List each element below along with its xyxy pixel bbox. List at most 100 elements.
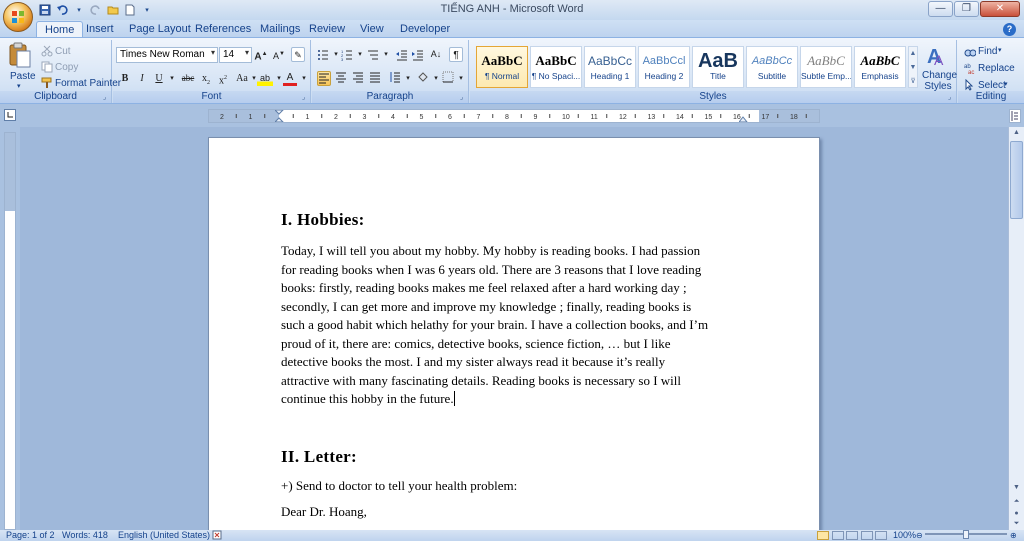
print-layout-view-icon[interactable] [817,531,829,541]
style-normal[interactable]: AaBbC ¶ Normal [476,46,528,88]
paragraph-salutation[interactable]: Dear Dr. Hoang, [281,503,751,522]
paste-dropdown-icon[interactable]: ▾ [17,82,21,90]
style-subtitle[interactable]: AaBbCc Subtitle [746,46,798,88]
style-subtle-emphasis[interactable]: AaBbC Subtle Emp... [800,46,852,88]
page-count[interactable]: Page: 1 of 2 [6,530,55,541]
paragraph-send-to-doctor[interactable]: +) Send to doctor to tell your health pr… [281,477,751,496]
italic-icon[interactable]: I [135,71,149,86]
paste-icon[interactable] [8,42,32,68]
numbering-dropdown-icon[interactable]: ▾ [353,47,367,62]
font-launcher-icon[interactable]: ⌟ [299,93,308,102]
restore-button[interactable]: ❐ [954,1,979,17]
underline-icon[interactable]: U [152,71,166,86]
close-button[interactable]: ✕ [980,1,1020,17]
find-dropdown-icon[interactable]: ▾ [998,46,1002,54]
sort-icon[interactable]: A↓ [429,47,443,62]
underline-dropdown-icon[interactable]: ▾ [165,71,179,86]
office-button[interactable] [3,2,33,32]
tab-mailings[interactable]: Mailings [252,21,308,38]
style-heading-2[interactable]: AaBbCcl Heading 2 [638,46,690,88]
scroll-thumb[interactable] [1010,141,1023,219]
font-color-dropdown-icon[interactable]: ▾ [297,71,311,86]
draft-view-icon[interactable] [875,531,888,541]
indent-marker-icon[interactable] [275,110,284,122]
select-dropdown-icon[interactable]: ▾ [1004,80,1008,88]
align-center-icon[interactable] [334,71,348,86]
find-button[interactable]: Find [978,46,997,57]
proofing-icon[interactable] [212,530,223,541]
bold-icon[interactable]: B [118,71,132,86]
increase-indent-icon[interactable] [412,49,424,61]
clipboard-launcher-icon[interactable]: ⌟ [100,93,109,102]
heading-letter[interactable]: II. Letter: [281,447,751,467]
cut-button[interactable]: Cut [55,46,71,57]
paste-label[interactable]: Paste [10,71,36,82]
numbering-icon[interactable]: 123 [341,49,353,61]
full-screen-reading-view-icon[interactable] [831,531,844,541]
zoom-out-icon[interactable]: ⊖ [916,530,923,541]
paragraph-launcher-icon[interactable]: ⌟ [457,93,466,102]
document-content[interactable]: I. Hobbies: Today, I will tell you about… [281,210,751,522]
borders-icon[interactable] [441,71,455,86]
vertical-scrollbar[interactable]: ▲ ▼ ⏶ ● ⏷ [1008,127,1024,530]
vertical-ruler[interactable] [4,132,16,530]
format-painter-button[interactable]: Format Painter [55,78,121,89]
change-styles-label[interactable]: Change Styles [922,70,957,92]
style-no-spacing[interactable]: AaBbC ¶ No Spaci... [530,46,582,88]
paragraph-hobbies[interactable]: Today, I will tell you about my hobby. M… [281,242,751,409]
right-indent-marker-icon[interactable] [739,114,748,122]
scroll-up-icon[interactable]: ▲ [1010,127,1023,139]
tab-selector[interactable] [4,109,16,121]
web-layout-view-icon[interactable] [846,531,859,541]
multilevel-list-icon[interactable] [367,49,379,61]
copy-button[interactable]: Copy [55,62,78,73]
shading-icon[interactable] [416,71,430,86]
subscript-icon[interactable]: x2 [199,71,213,86]
tab-review[interactable]: Review [301,21,353,38]
next-page-icon[interactable]: ⏷ [1010,518,1023,530]
line-spacing-icon[interactable] [388,71,402,86]
justify-icon[interactable] [368,71,382,86]
tab-references[interactable]: References [187,21,259,38]
borders-dropdown-icon[interactable]: ▾ [454,71,468,86]
styles-launcher-icon[interactable]: ⌟ [945,93,954,102]
view-ruler-button[interactable] [1009,109,1021,123]
style-emphasis[interactable]: AaBbC Emphasis [854,46,906,88]
minimize-button[interactable]: — [928,1,953,17]
replace-button[interactable]: Replace [978,63,1015,74]
multilevel-dropdown-icon[interactable]: ▾ [379,47,393,62]
horizontal-ruler[interactable]: 2 1 1 2 3 4 5 6 7 8 9 10 11 12 13 14 15 16 17 18 [208,109,820,123]
style-title[interactable]: AaB Title [692,46,744,88]
align-right-icon[interactable] [351,71,365,86]
font-size-dropdown-icon[interactable]: ▾ [245,48,249,57]
styles-gallery-scroll[interactable]: ▲ ▼ ⊽ [908,46,918,88]
font-size-combo[interactable]: 14 ▾ [219,47,252,63]
change-styles-icon[interactable]: A A [924,43,950,67]
align-left-icon[interactable] [317,71,331,86]
tab-insert[interactable]: Insert [78,21,122,38]
document-page[interactable]: I. Hobbies: Today, I will tell you about… [208,137,820,530]
font-name-dropdown-icon[interactable]: ▾ [211,48,215,57]
superscript-icon[interactable]: x2 [216,71,230,86]
font-name-combo[interactable]: Times New Roman ▾ [116,47,218,63]
highlight-color-icon[interactable]: ab [257,71,273,86]
zoom-slider-knob[interactable] [963,530,969,539]
bullets-icon[interactable] [317,49,329,61]
line-spacing-dropdown-icon[interactable]: ▾ [401,71,415,86]
grow-font-icon[interactable]: A▲ [254,47,268,62]
tab-view[interactable]: View [352,21,392,38]
select-button[interactable]: Select [978,80,1006,91]
clear-formatting-icon[interactable]: ✎ [291,47,305,62]
show-formatting-marks-icon[interactable]: ¶ [449,47,463,62]
font-color-icon[interactable]: A [283,71,297,86]
previous-page-icon[interactable]: ⏶ [1010,496,1023,508]
decrease-indent-icon[interactable] [396,49,408,61]
language-indicator[interactable]: English (United States) [118,530,210,541]
tab-developer[interactable]: Developer [392,21,458,38]
zoom-level[interactable]: 100% [893,530,916,541]
word-count[interactable]: Words: 418 [62,530,108,541]
scroll-down-icon[interactable]: ▼ [1010,482,1023,494]
help-icon[interactable]: ? [1003,23,1016,36]
outline-view-icon[interactable] [860,531,873,541]
zoom-in-icon[interactable]: ⊕ [1010,530,1017,541]
